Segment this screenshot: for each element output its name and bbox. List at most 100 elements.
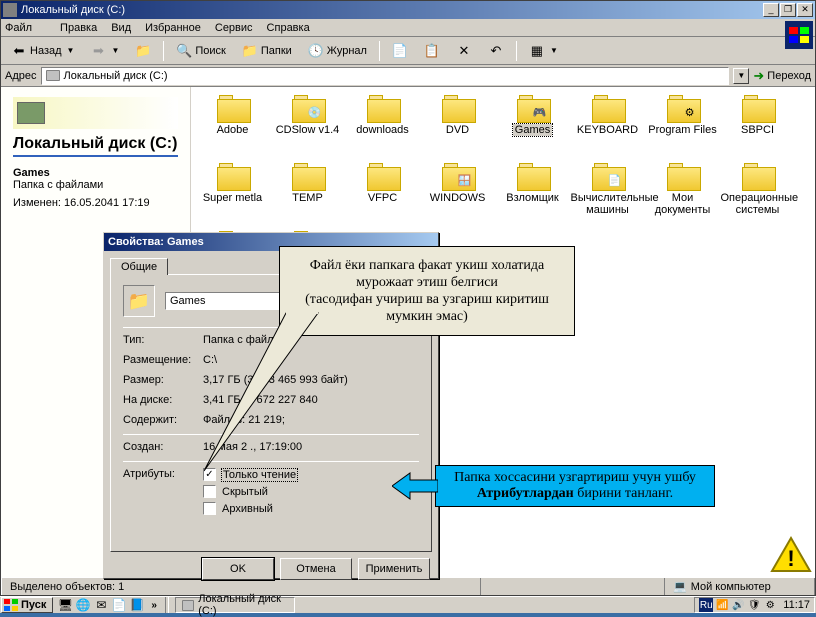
- copy-button[interactable]: 📋: [418, 40, 446, 62]
- menu-view[interactable]: Вид: [111, 22, 131, 34]
- tray-icon-4[interactable]: ⚙: [763, 598, 777, 612]
- folder-item[interactable]: Взломщик: [495, 163, 570, 227]
- back-button[interactable]: ⬅Назад▼: [5, 40, 80, 62]
- folder-item[interactable]: 🎮Games: [495, 95, 570, 159]
- close-button[interactable]: ✕: [797, 3, 813, 17]
- ondisk-label: На диске:: [123, 394, 203, 406]
- undo-icon: ↶: [488, 43, 504, 59]
- windows-logo-icon: [4, 599, 18, 611]
- folder-item[interactable]: Мои документы: [645, 163, 720, 227]
- folder-item[interactable]: KEYBOARD: [570, 95, 645, 159]
- task-explorer[interactable]: Локальный диск (C:): [175, 597, 295, 613]
- folder-item[interactable]: TEMP: [270, 163, 345, 227]
- tray-icon-1[interactable]: 📶: [715, 598, 729, 612]
- desktop-icon[interactable]: 🖥: [57, 597, 73, 613]
- app-icon[interactable]: 📄: [111, 597, 127, 613]
- lang-indicator[interactable]: Ru: [699, 598, 713, 612]
- folder-item[interactable]: DVD: [420, 95, 495, 159]
- forward-arrow-icon: ➡: [90, 43, 106, 59]
- delete-button[interactable]: ✕: [450, 40, 478, 62]
- folder-icon: [367, 95, 399, 121]
- folders-icon: 📁: [242, 43, 258, 59]
- start-button[interactable]: Пуск: [1, 597, 53, 613]
- folder-label: Вычислительные машины: [571, 192, 645, 216]
- apply-button[interactable]: Применить: [358, 558, 430, 580]
- address-input[interactable]: Локальный диск (C:): [41, 67, 730, 85]
- address-dropdown[interactable]: ▼: [733, 68, 749, 84]
- up-button[interactable]: 📁: [129, 40, 157, 62]
- menu-file[interactable]: Файл: [5, 22, 46, 34]
- hidden-checkbox[interactable]: [203, 485, 216, 498]
- clock[interactable]: 11:17: [783, 599, 810, 611]
- selected-name: Games: [13, 167, 178, 179]
- drive-icon: [46, 70, 60, 81]
- folder-icon: 🎮: [517, 95, 549, 121]
- folder-item[interactable]: ⚙Program Files: [645, 95, 720, 159]
- undo-button[interactable]: ↶: [482, 40, 510, 62]
- address-bar: Адрес Локальный диск (C:) ▼ ➜Переход: [1, 65, 815, 87]
- go-button[interactable]: ➜Переход: [753, 68, 811, 84]
- callout-attributes-hint: Папка хоссасини узгартириш учун ушбу Атр…: [435, 465, 715, 507]
- titlebar[interactable]: Локальный диск (C:) _ ❐ ✕: [1, 1, 815, 19]
- minimize-button[interactable]: _: [763, 3, 779, 17]
- tab-general[interactable]: Общие: [110, 258, 168, 275]
- quicklaunch-more[interactable]: »: [151, 600, 157, 611]
- folder-label: KEYBOARD: [577, 124, 638, 136]
- folder-icon: 📁: [123, 285, 155, 317]
- toolbar: ⬅Назад▼ ➡▼ 📁 🔍Поиск 📁Папки 🕓Журнал 📄 📋 ✕…: [1, 37, 815, 65]
- folder-label: Операционные системы: [721, 192, 795, 216]
- menu-favorites[interactable]: Избранное: [145, 22, 201, 34]
- callout-arrow-icon: [392, 471, 438, 504]
- windows-flag-icon: [785, 21, 813, 49]
- folder-item[interactable]: Adobe: [195, 95, 270, 159]
- folder-icon: [217, 95, 249, 121]
- folder-item[interactable]: 📄Вычислительные машины: [570, 163, 645, 227]
- banner: [13, 97, 178, 129]
- menu-tools[interactable]: Сервис: [215, 22, 253, 34]
- modified-text: Изменен: 16.05.2041 17:19: [13, 197, 178, 209]
- ok-button[interactable]: OK: [202, 558, 274, 580]
- folder-item[interactable]: 💿CDSlow v1.4: [270, 95, 345, 159]
- history-button[interactable]: 🕓Журнал: [302, 40, 373, 62]
- menu-edit[interactable]: Правка: [60, 22, 97, 34]
- folder-label: DVD: [446, 124, 469, 136]
- move-icon: 📄: [392, 43, 408, 59]
- tray-icon-3[interactable]: 🛡: [747, 598, 761, 612]
- size-label: Размер:: [123, 374, 203, 386]
- window-title: Локальный диск (C:): [21, 4, 763, 16]
- folder-item[interactable]: VFPC: [345, 163, 420, 227]
- copy-icon: 📋: [424, 43, 440, 59]
- warning-icon: !: [770, 536, 812, 577]
- menu-help[interactable]: Справка: [267, 22, 310, 34]
- folder-icon: [217, 163, 249, 189]
- contains-label: Содержит:: [123, 414, 203, 426]
- oe-icon[interactable]: ✉: [93, 597, 109, 613]
- folder-icon: [592, 95, 624, 121]
- folder-icon: [742, 95, 774, 121]
- archive-checkbox[interactable]: [203, 502, 216, 515]
- folder-item[interactable]: downloads: [345, 95, 420, 159]
- separator: [516, 41, 517, 61]
- search-button[interactable]: 🔍Поиск: [170, 40, 231, 62]
- game-overlay-icon: 🎮: [533, 105, 547, 119]
- folder-item[interactable]: SBPCI: [720, 95, 795, 159]
- selected-type: Папка с файлами: [13, 179, 178, 191]
- tray-icon-2[interactable]: 🔊: [731, 598, 745, 612]
- computer-icon: 💻: [673, 580, 687, 593]
- folder-item[interactable]: 🪟WINDOWS: [420, 163, 495, 227]
- folder-label: Взломщик: [506, 192, 559, 204]
- folder-icon: [292, 163, 324, 189]
- ie-icon[interactable]: 🌐: [75, 597, 91, 613]
- folder-item[interactable]: Операционные системы: [720, 163, 795, 227]
- folders-button[interactable]: 📁Папки: [236, 40, 298, 62]
- views-button[interactable]: ▦▼: [523, 40, 564, 62]
- move-button[interactable]: 📄: [386, 40, 414, 62]
- folder-item[interactable]: Super metla: [195, 163, 270, 227]
- maximize-button[interactable]: ❐: [780, 3, 796, 17]
- folder-icon: [442, 95, 474, 121]
- folder-label: TEMP: [292, 192, 323, 204]
- window-controls: _ ❐ ✕: [763, 3, 813, 17]
- forward-button[interactable]: ➡▼: [84, 40, 125, 62]
- app2-icon[interactable]: 📘: [129, 597, 145, 613]
- cancel-button[interactable]: Отмена: [280, 558, 352, 580]
